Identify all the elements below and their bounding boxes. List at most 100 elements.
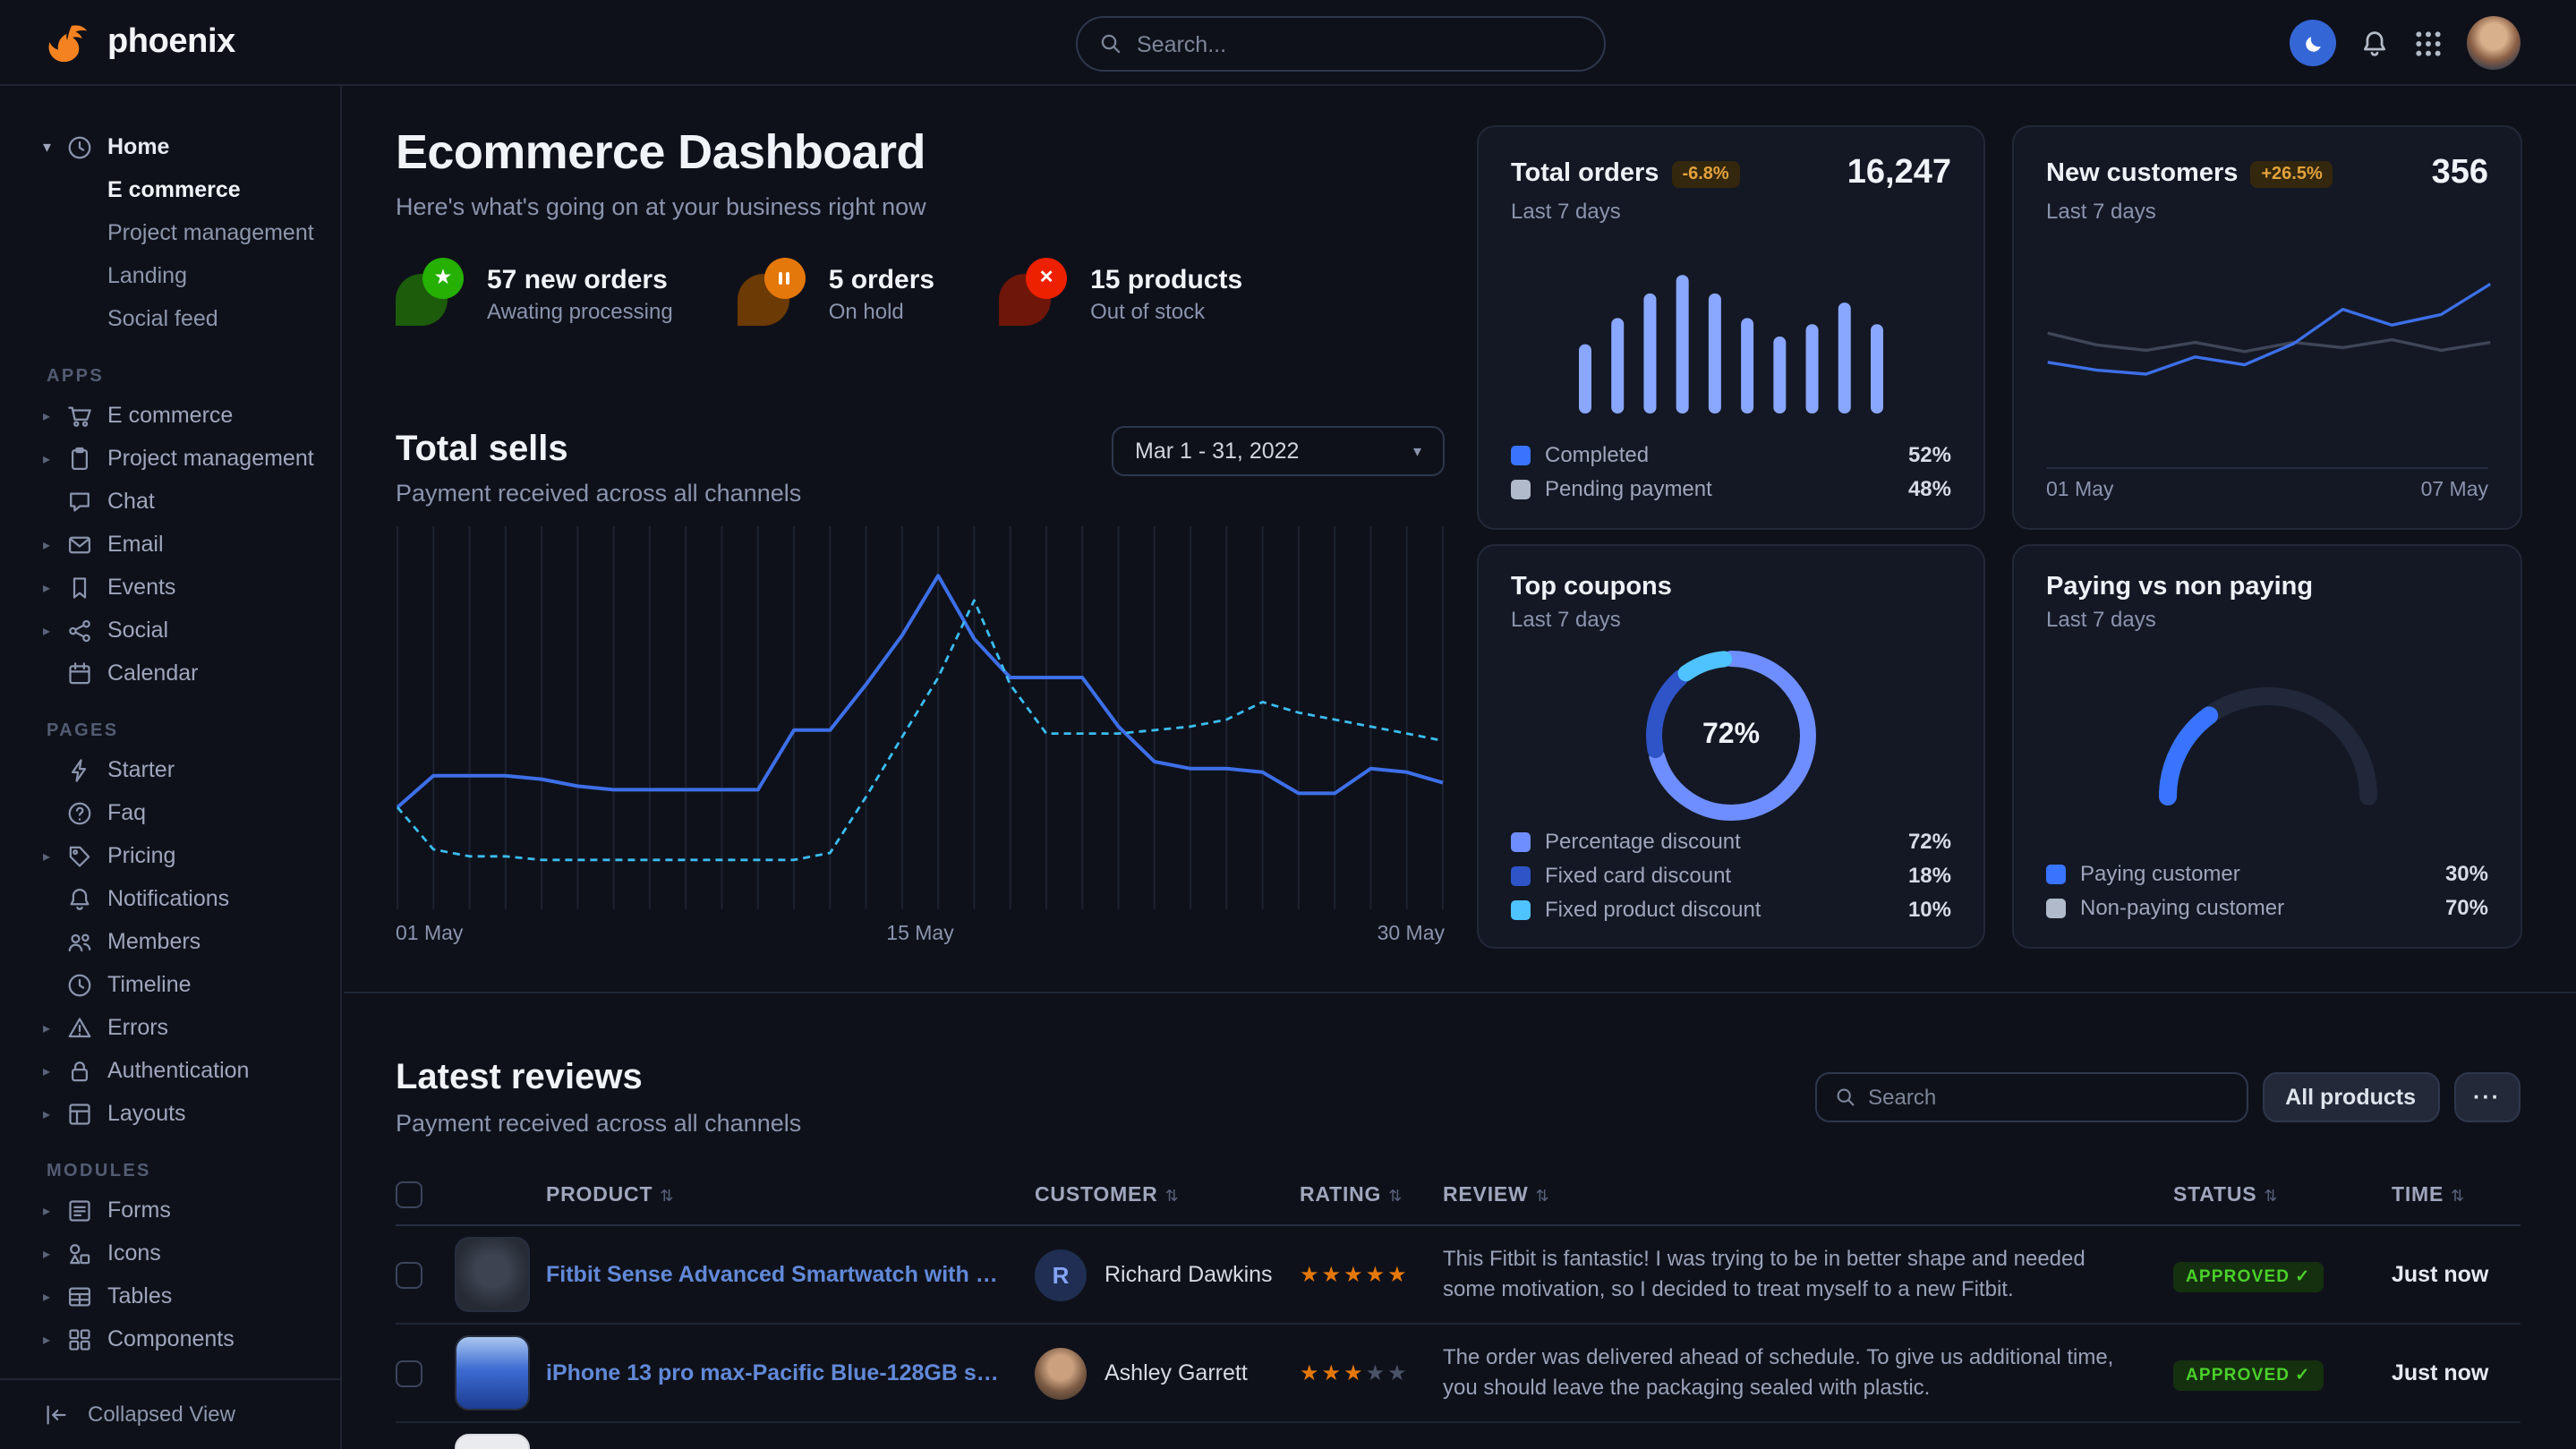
sidebar-item-icons[interactable]: ▸Icons [0, 1232, 340, 1274]
new-customers-chart [2046, 263, 2492, 417]
legend-row: Percentage discount 72% [1511, 829, 1951, 854]
paying-gauge-chart [2133, 657, 2401, 811]
collapse-view-label: Collapsed View [88, 1402, 235, 1427]
product-link[interactable]: Fitbit Sense Advanced Smartwatch with To… [546, 1262, 1035, 1287]
sidebar-item-tables[interactable]: ▸Tables [0, 1274, 340, 1317]
apps-menu-button[interactable] [2413, 28, 2444, 58]
sidebar-item-timeline[interactable]: Timeline [0, 963, 340, 1006]
moon-icon [2301, 31, 2324, 55]
sidebar-item-chat[interactable]: Chat [0, 480, 340, 523]
sidebar-item-social[interactable]: ▸Social [0, 609, 340, 652]
table-row [396, 1423, 2521, 1449]
column-header-rating[interactable]: RATING⇅ [1300, 1184, 1443, 1206]
question-icon [66, 799, 93, 826]
column-header-product[interactable]: PRODUCT⇅ [546, 1184, 1035, 1206]
customer-avatar[interactable]: R [1035, 1249, 1087, 1300]
sidebar-item-errors[interactable]: ▸Errors [0, 1006, 340, 1049]
new-customers-x-axis: 01 May 07 May [2046, 467, 2488, 501]
reviews-search-input[interactable] [1868, 1085, 2228, 1110]
donut-center-label: 72% [1638, 643, 1824, 829]
sidebar-item-authentication[interactable]: ▸Authentication [0, 1049, 340, 1092]
theme-toggle-button[interactable] [2290, 20, 2336, 66]
product-thumbnail[interactable] [455, 1335, 530, 1411]
phoenix-logo-icon [47, 19, 93, 65]
chevron-right-icon: ▸ [43, 1062, 66, 1078]
stat-title: 5 orders [829, 264, 934, 294]
layout-icon [66, 1100, 93, 1127]
sidebar-item-social-feed[interactable]: Social feed [0, 297, 340, 340]
sidebar-item-forms[interactable]: ▸Forms [0, 1189, 340, 1232]
sidebar-item-label: Tables [107, 1283, 172, 1308]
product-thumbnail[interactable] [455, 1434, 530, 1449]
chevron-right-icon: ▸ [43, 1245, 66, 1261]
trend-badge: -6.8% [1671, 160, 1739, 187]
users-icon [66, 928, 93, 955]
date-range-select[interactable]: Mar 1 - 31, 2022 ▾ [1112, 426, 1445, 476]
more-options-button[interactable]: ··· [2453, 1072, 2521, 1122]
row-checkbox[interactable] [396, 1261, 422, 1288]
total-sells-subtitle: Payment received across all channels [396, 480, 801, 507]
sidebar-item-layouts[interactable]: ▸Layouts [0, 1092, 340, 1135]
sidebar-item-members[interactable]: Members [0, 920, 340, 963]
sidebar-item-faq[interactable]: Faq [0, 791, 340, 834]
product-link[interactable]: iPhone 13 pro max-Pacific Blue-128GB sto… [546, 1360, 1035, 1385]
check-icon: ✓ [2295, 1365, 2310, 1385]
sidebar-item-email[interactable]: ▸Email [0, 523, 340, 566]
sidebar-item-home[interactable]: ▾ Home [0, 125, 340, 168]
bolt-icon [66, 756, 93, 783]
sidebar-item-notifications[interactable]: Notifications [0, 877, 340, 920]
sidebar-item-pricing[interactable]: ▸Pricing [0, 834, 340, 877]
product-thumbnail[interactable] [455, 1237, 530, 1312]
stat-title: 15 products [1090, 264, 1242, 294]
customer-avatar[interactable] [1035, 1445, 1087, 1449]
date-range-value: Mar 1 - 31, 2022 [1135, 439, 1299, 464]
global-search[interactable] [1076, 16, 1606, 72]
app-root: phoenix ▾ [0, 0, 2576, 1449]
sort-icon: ⇅ [2264, 1186, 2278, 1204]
chevron-down-icon: ▾ [43, 137, 66, 157]
sort-icon: ⇅ [1165, 1186, 1180, 1204]
chevron-right-icon: ▸ [43, 848, 66, 864]
table-icon [66, 1283, 93, 1309]
brand[interactable]: phoenix [47, 19, 235, 65]
column-header-customer[interactable]: CUSTOMER⇅ [1035, 1184, 1300, 1206]
sidebar-item-project-management[interactable]: Project management [0, 211, 340, 254]
sidebar-item-label: Calendar [107, 661, 198, 686]
share-icon [66, 617, 93, 644]
customer-avatar[interactable] [1035, 1347, 1087, 1399]
page-subtitle: Here's what's going on at your business … [396, 193, 926, 220]
user-avatar[interactable] [2467, 16, 2521, 70]
sidebar-item-e-commerce[interactable]: E commerce [0, 168, 340, 211]
notifications-button[interactable] [2359, 28, 2390, 58]
forms-icon [66, 1197, 93, 1223]
search-input[interactable] [1137, 31, 1582, 56]
sidebar-item-events[interactable]: ▸Events [0, 566, 340, 609]
collapse-view-toggle[interactable]: Collapsed View [0, 1377, 340, 1449]
column-header-time[interactable]: TIME⇅ [2392, 1184, 2521, 1206]
sidebar-item-components[interactable]: ▸Components [0, 1317, 340, 1360]
row-checkbox[interactable] [396, 1360, 422, 1386]
star-icon: ★ [422, 258, 464, 299]
bell-icon [66, 885, 93, 912]
sidebar-item-landing[interactable]: Landing [0, 254, 340, 297]
sidebar-item-starter[interactable]: Starter [0, 748, 340, 791]
shapes-icon [66, 1240, 93, 1266]
all-products-button[interactable]: All products [2262, 1072, 2439, 1122]
select-all-checkbox[interactable] [396, 1181, 422, 1208]
column-header-review[interactable]: REVIEW⇅ [1443, 1184, 2173, 1206]
stat-subtitle: Out of stock [1090, 298, 1242, 323]
chevron-right-icon: ▸ [43, 1105, 66, 1121]
sidebar-item-calendar[interactable]: Calendar [0, 652, 340, 695]
sidebar-item-e-commerce[interactable]: ▸E commerce [0, 394, 340, 437]
sidebar-item-label: Notifications [107, 886, 229, 911]
rating-stars: ★★★★★ [1300, 1262, 1443, 1287]
review-time: Just now [2392, 1262, 2521, 1287]
reviews-search[interactable] [1814, 1072, 2248, 1122]
column-header-status[interactable]: STATUS⇅ [2173, 1184, 2392, 1206]
total-orders-card: Total orders -6.8% 16,247 Last 7 days Co… [1477, 125, 1985, 530]
clock-icon [66, 133, 93, 160]
sidebar-item-project-management[interactable]: ▸Project management [0, 437, 340, 480]
card-period: Last 7 days [2046, 199, 2488, 224]
sidebar-sections: APPS▸E commerce▸Project managementChat▸E… [0, 367, 340, 1360]
stat-orders-on-hold: 5 orders On hold [738, 258, 934, 329]
